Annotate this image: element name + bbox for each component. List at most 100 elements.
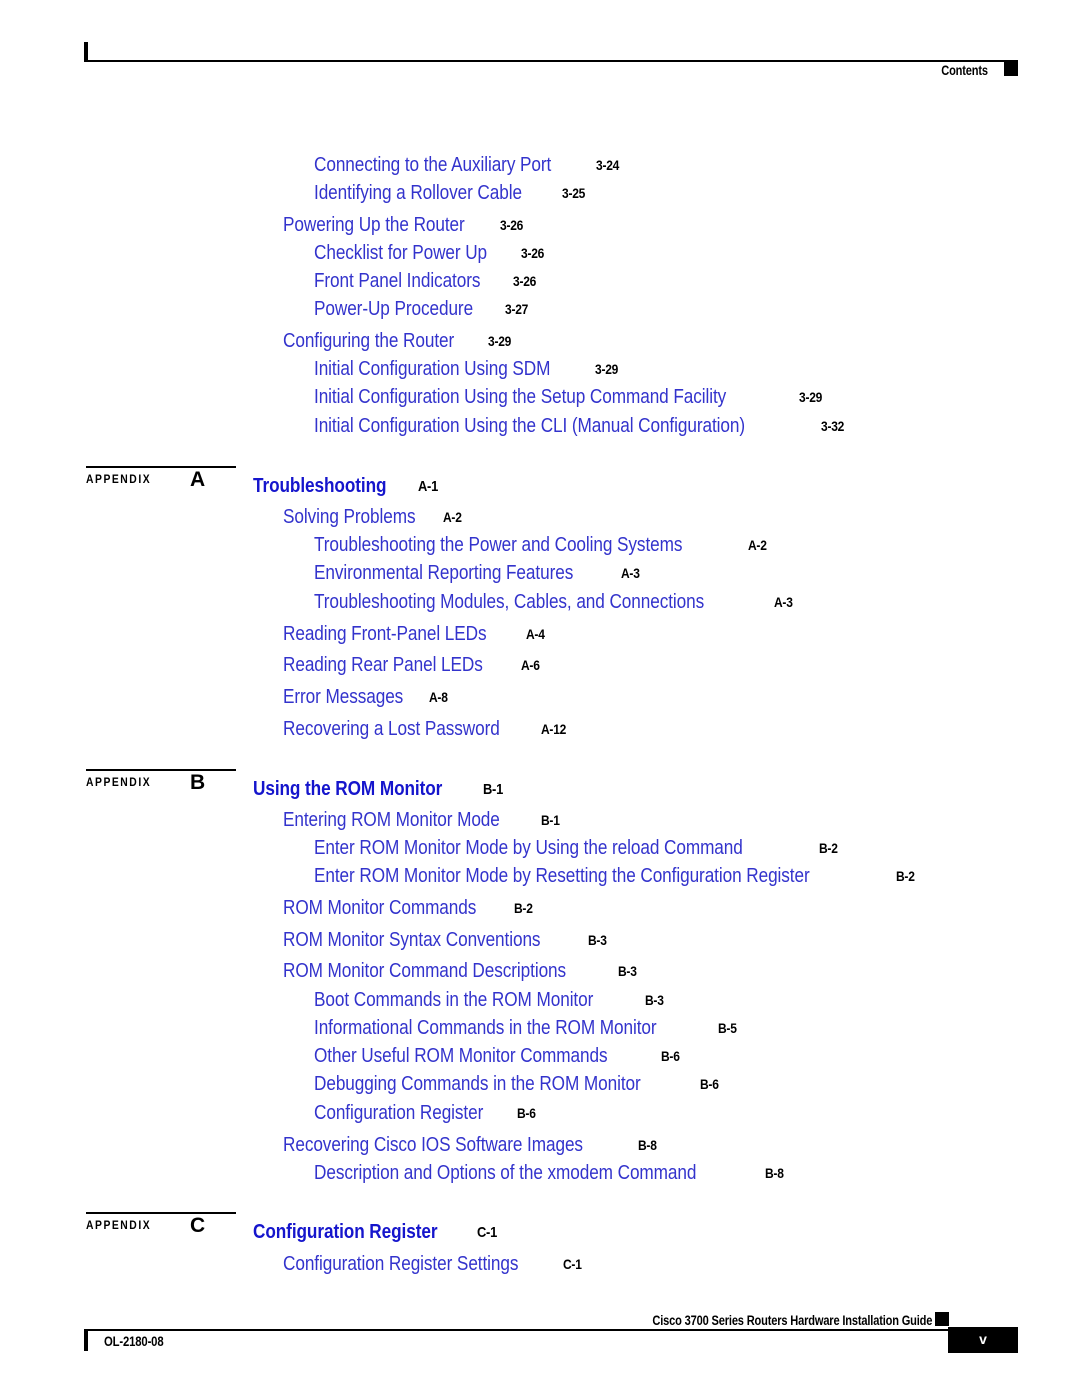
toc-entry[interactable]: ROM Monitor Command Descriptions B-3: [283, 961, 640, 981]
toc-entry-page-number: C-1: [477, 1224, 498, 1241]
toc-entry[interactable]: Configuring the Router 3-29: [283, 331, 515, 351]
appendix-letter: A: [190, 468, 206, 491]
toc-entry-label[interactable]: Checklist for Power Up: [314, 243, 487, 263]
appendix-letter: C: [190, 1214, 206, 1237]
header-rule: [84, 60, 1018, 62]
black-square-icon: [935, 1312, 949, 1326]
toc-entry-page-number: B-2: [896, 868, 915, 884]
toc-entry[interactable]: Description and Options of the xmodem Co…: [314, 1163, 786, 1183]
toc-entry-label[interactable]: ROM Monitor Commands: [283, 898, 476, 918]
toc-entry-page-number: B-6: [699, 1076, 719, 1092]
toc-entry[interactable]: Checklist for Power Up 3-26: [314, 243, 548, 263]
toc-entry-label[interactable]: Using the ROM Monitor: [253, 779, 442, 799]
toc-entry-label[interactable]: Recovering a Lost Password: [283, 719, 500, 739]
toc-entry[interactable]: Environmental Reporting Features A-3: [314, 563, 643, 583]
toc-entry-label[interactable]: ROM Monitor Command Descriptions: [283, 961, 566, 981]
footer-page-number: v: [979, 1331, 987, 1347]
toc-entry-page-number: A-1: [418, 478, 439, 495]
toc-entry-page-number: 3-24: [595, 157, 619, 173]
toc-entry-label[interactable]: Configuration Register: [314, 1103, 483, 1123]
toc-entry-label[interactable]: Initial Configuration Using SDM: [314, 359, 550, 379]
toc-entry[interactable]: Troubleshooting the Power and Cooling Sy…: [314, 535, 770, 555]
toc-entry-page-number: 3-25: [561, 185, 585, 201]
page: Contents Connecting to the Auxiliary Por…: [0, 0, 1080, 1397]
toc-entry[interactable]: Initial Configuration Using the CLI (Man…: [314, 416, 848, 436]
toc-entry[interactable]: Front Panel Indicators 3-26: [314, 271, 540, 291]
toc-entry-page-number: B-8: [764, 1165, 784, 1181]
toc-entry-label[interactable]: Configuring the Router: [283, 331, 454, 351]
toc-chapter-entry[interactable]: Configuration Register C-1: [253, 1222, 501, 1242]
toc-entry-label[interactable]: Configuration Register: [253, 1222, 438, 1242]
toc-chapter-entry[interactable]: Using the ROM Monitor B-1: [253, 779, 506, 799]
toc-entry-label[interactable]: Entering ROM Monitor Mode: [283, 810, 500, 830]
toc-entry-label[interactable]: Troubleshooting Modules, Cables, and Con…: [314, 592, 704, 612]
toc-entry-page-number: 3-26: [500, 217, 524, 233]
toc-entry-label[interactable]: Troubleshooting: [253, 476, 387, 496]
toc-entry[interactable]: Initial Configuration Using SDM 3-29: [314, 359, 622, 379]
toc-entry-label[interactable]: Other Useful ROM Monitor Commands: [314, 1046, 608, 1066]
toc-entry[interactable]: Connecting to the Auxiliary Port 3-24: [314, 155, 623, 175]
toc-entry-label[interactable]: Reading Rear Panel LEDs: [283, 655, 483, 675]
toc-entry[interactable]: Other Useful ROM Monitor Commands B-6: [314, 1046, 683, 1066]
toc-entry-page-number: B-2: [818, 840, 838, 856]
toc-entry-page-number: A-8: [428, 689, 448, 705]
toc-entry[interactable]: Identifying a Rollover Cable 3-25: [314, 183, 589, 203]
toc-entry-label[interactable]: Identifying a Rollover Cable: [314, 183, 522, 203]
toc-entry[interactable]: ROM Monitor Syntax Conventions B-3: [283, 930, 610, 950]
toc-entry-page-number: C-1: [562, 1256, 582, 1272]
footer-left-tick: [84, 1331, 88, 1351]
toc-entry[interactable]: Troubleshooting Modules, Cables, and Con…: [314, 592, 795, 612]
toc-entry[interactable]: Powering Up the Router 3-26: [283, 215, 527, 235]
toc-entry-page-number: B-6: [661, 1048, 680, 1064]
toc-entry[interactable]: Initial Configuration Using the Setup Co…: [314, 387, 826, 407]
toc-entry[interactable]: Informational Commands in the ROM Monito…: [314, 1018, 740, 1038]
toc-entry-label[interactable]: Connecting to the Auxiliary Port: [314, 155, 551, 175]
toc-entry-page-number: 3-27: [504, 301, 529, 317]
toc-entry-label[interactable]: Initial Configuration Using the CLI (Man…: [314, 416, 745, 436]
toc-entry[interactable]: Enter ROM Monitor Mode by Using the relo…: [314, 838, 840, 858]
toc-entry[interactable]: Enter ROM Monitor Mode by Resetting the …: [314, 866, 918, 886]
toc-entry-page-number: B-3: [644, 992, 664, 1008]
toc-entry[interactable]: Solving Problems A-2: [283, 507, 465, 527]
toc-entry[interactable]: ROM Monitor Commands B-2: [283, 898, 535, 918]
footer-guide-title: Cisco 3700 Series Routers Hardware Insta…: [652, 1313, 932, 1328]
toc-entry-label[interactable]: Front Panel Indicators: [314, 271, 480, 291]
toc-entry-label[interactable]: Enter ROM Monitor Mode by Resetting the …: [314, 866, 810, 886]
appendix-word: APPENDIX: [86, 1220, 152, 1232]
toc-entry-label[interactable]: Enter ROM Monitor Mode by Using the relo…: [314, 838, 743, 858]
toc-entry[interactable]: Recovering Cisco IOS Software Images B-8: [283, 1135, 659, 1155]
toc-entry[interactable]: Debugging Commands in the ROM Monitor B-6: [314, 1074, 721, 1094]
toc-entry-label[interactable]: Error Messages: [283, 687, 403, 707]
toc-entry-label[interactable]: Solving Problems: [283, 507, 416, 527]
toc-entry-label[interactable]: Recovering Cisco IOS Software Images: [283, 1135, 583, 1155]
toc-entry[interactable]: Recovering a Lost Password A-12: [283, 719, 570, 739]
toc-entry-label[interactable]: Reading Front-Panel LEDs: [283, 624, 487, 644]
toc-entry-label[interactable]: Powering Up the Router: [283, 215, 465, 235]
toc-entry-label[interactable]: Boot Commands in the ROM Monitor: [314, 990, 593, 1010]
toc-entry-label[interactable]: Environmental Reporting Features: [314, 563, 573, 583]
toc-entry-label[interactable]: Debugging Commands in the ROM Monitor: [314, 1074, 641, 1094]
toc-entry-page-number: A-3: [773, 594, 793, 610]
toc-entry-label[interactable]: Troubleshooting the Power and Cooling Sy…: [314, 535, 682, 555]
toc-entry[interactable]: Configuration Register B-6: [314, 1103, 538, 1123]
toc-entry[interactable]: Power-Up Procedure 3-27: [314, 299, 532, 319]
toc-entry-page-number: 3-26: [513, 273, 537, 289]
toc-entry-page-number: A-2: [443, 509, 462, 525]
toc-chapter-entry[interactable]: Troubleshooting A-1: [253, 476, 441, 496]
toc-entry-label[interactable]: Informational Commands in the ROM Monito…: [314, 1018, 657, 1038]
toc-entry[interactable]: Configuration Register Settings C-1: [283, 1254, 584, 1274]
toc-entry-page-number: 3-29: [799, 389, 823, 405]
page-header: Contents: [84, 42, 1018, 82]
toc-entry[interactable]: Reading Rear Panel LEDs A-6: [283, 655, 543, 675]
toc-entry-label[interactable]: Description and Options of the xmodem Co…: [314, 1163, 696, 1183]
toc-entry[interactable]: Entering ROM Monitor Mode B-1: [283, 810, 563, 830]
toc-entry-label[interactable]: ROM Monitor Syntax Conventions: [283, 930, 541, 950]
toc-entry-label[interactable]: Initial Configuration Using the Setup Co…: [314, 387, 726, 407]
toc-entry-label[interactable]: Configuration Register Settings: [283, 1254, 518, 1274]
toc-entry[interactable]: Error Messages A-8: [283, 687, 450, 707]
toc-entry-page-number: B-5: [718, 1020, 737, 1036]
toc-entry[interactable]: Boot Commands in the ROM Monitor B-3: [314, 990, 666, 1010]
toc-entry-label[interactable]: Power-Up Procedure: [314, 299, 473, 319]
toc-entry[interactable]: Reading Front-Panel LEDs A-4: [283, 624, 547, 644]
toc-entry-page-number: A-6: [521, 657, 540, 673]
